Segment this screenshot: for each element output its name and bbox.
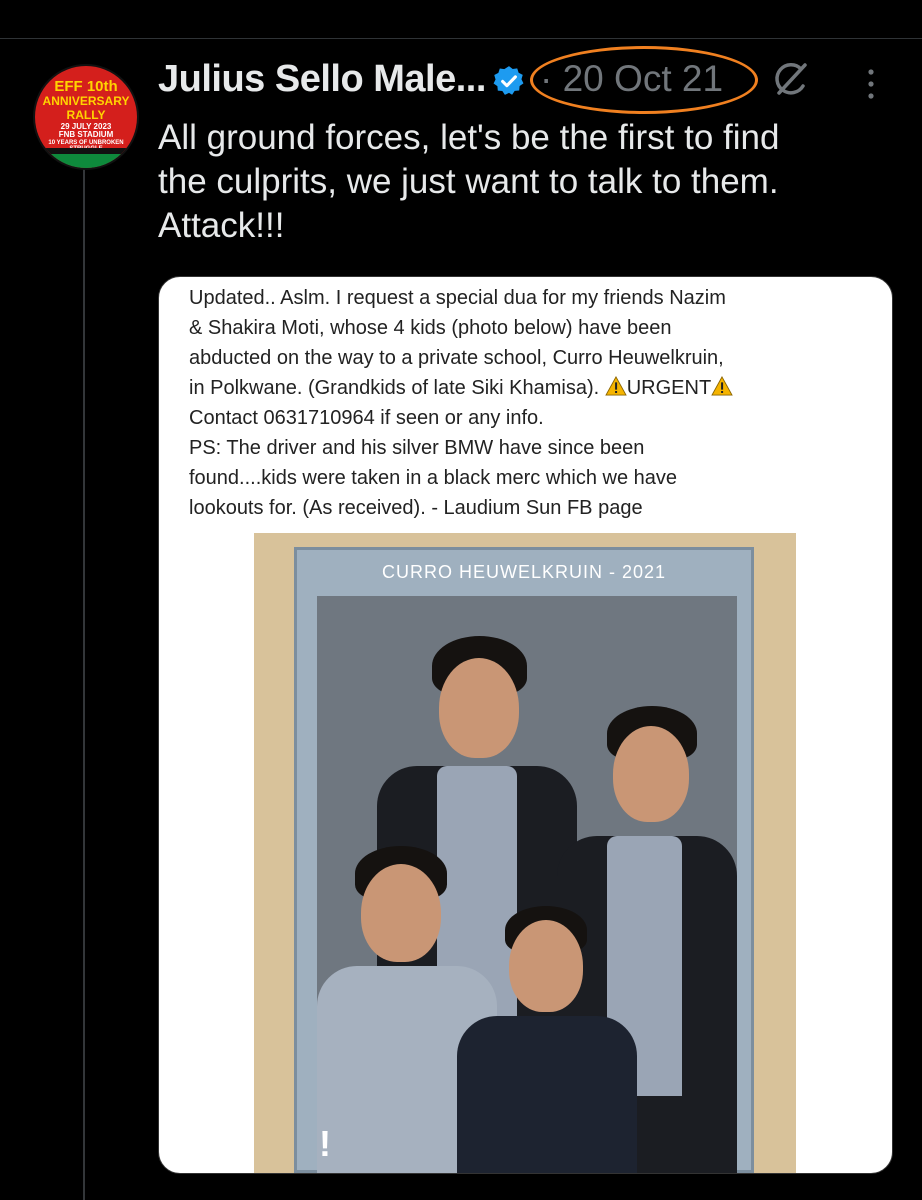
verified-badge-icon xyxy=(493,66,524,95)
image-caption: Updated.. Aslm. I request a special dua … xyxy=(189,283,879,523)
more-options-icon[interactable] xyxy=(866,66,876,106)
date-highlight-circle xyxy=(530,46,758,114)
child-figure xyxy=(457,906,637,1173)
tweet-media-image[interactable]: Updated.. Aslm. I request a special dua … xyxy=(158,276,893,1174)
caption-part2: Contact 0631710964 if seen or any info. … xyxy=(189,407,678,519)
avatar-text-line1: EFF 10th xyxy=(54,78,118,95)
avatar-text-line3: RALLY xyxy=(66,108,106,122)
urgent-label: URGENT xyxy=(626,377,712,399)
avatar-text-line5: FNB STADIUM xyxy=(58,130,114,139)
author-name[interactable]: Julius Sello Male... xyxy=(158,58,486,101)
avatar[interactable]: EFF 10th ANNIVERSARY RALLY 29 JULY 2023 … xyxy=(33,64,139,170)
photo-frame: CURRO HEUWELKRUIN - 2021 xyxy=(294,547,754,1173)
top-divider xyxy=(0,38,922,39)
photo-title: CURRO HEUWELKRUIN - 2021 xyxy=(381,562,667,582)
warning-icon xyxy=(604,376,627,396)
warning-icon xyxy=(711,376,733,396)
school-photo: CURRO HEUWELKRUIN - 2021 xyxy=(254,533,796,1173)
avatar-band-green xyxy=(35,154,137,168)
alert-mark: ! xyxy=(319,1123,331,1164)
grok-icon[interactable] xyxy=(770,60,810,100)
tweet-text: All ground forces, let's be the first to… xyxy=(158,118,780,245)
photo-inner xyxy=(317,596,737,1173)
thread-line xyxy=(83,152,85,1200)
avatar-text-line2: ANNIVERSARY xyxy=(42,94,130,108)
